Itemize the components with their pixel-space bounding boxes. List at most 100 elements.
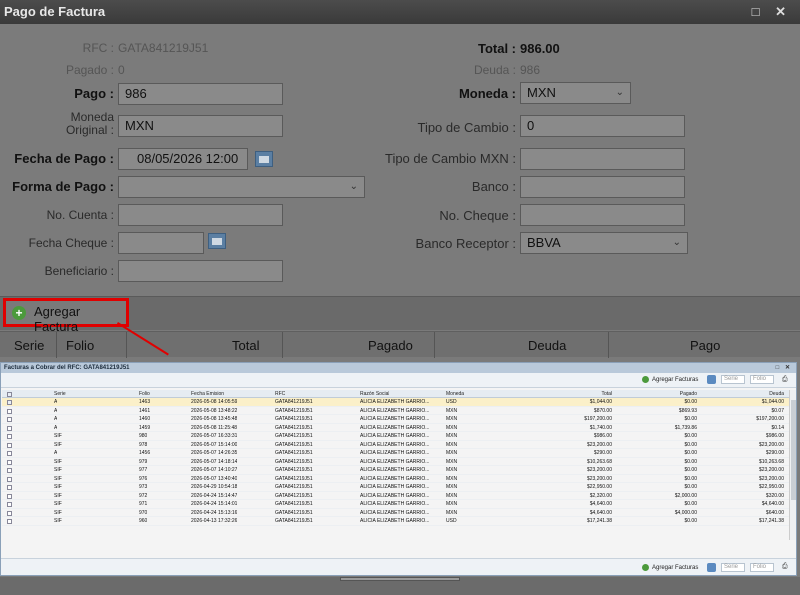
col-pagado[interactable]: Pagado [667,391,697,397]
moneda-value: MXN [527,85,556,100]
beneficiario-input[interactable] [118,260,283,282]
col-folio[interactable]: Folio [139,391,150,397]
cell-fecha: 2026-05-07 13:40:40 [191,475,238,482]
col-folio[interactable]: Folio [66,338,94,353]
col-divider [434,332,435,358]
cell-razon: ALICIA ELIZABETH GARRIO... [360,450,430,456]
cell-moneda: MXN [446,467,458,473]
agregar-facturas-button[interactable]: Agregar Facturas [652,565,698,571]
refresh-icon[interactable] [707,375,716,384]
cell-serie: SIF [54,475,62,482]
row-checkbox[interactable] [7,434,12,439]
cell-razon: ALICIA ELIZABETH GARRIO... [360,441,430,448]
col-pago[interactable]: Pago [690,338,720,353]
print-icon[interactable]: ⎙ [782,376,788,384]
folio-filter-input[interactable]: Folio [750,563,774,572]
table-row[interactable]: A 1456 2026-05-07 14:26:35 GATA841219J51 ALI… [2,449,789,458]
cell-deuda: $10,263.68 [758,458,784,465]
table-row[interactable]: SIF 977 2026-05-07 14:10:27 GATA841219J51 AL… [2,466,789,475]
cell-total: $23,200.00 [586,467,612,473]
pago-input[interactable]: 986 [118,83,283,105]
forma-pago-label: Forma de Pago : [12,179,114,194]
row-checkbox[interactable] [7,476,12,482]
table-row[interactable]: SIF 960 2026-04-13 17:32:26 GATA841219J51 AL… [2,517,789,526]
table-row[interactable]: A 1459 2026-05-08 11:25:48 GATA841219J51 ALI… [2,424,789,432]
row-checkbox[interactable] [7,519,12,524]
cell-pagado: $1,739.86 [674,424,697,431]
cell-serie: SIF [54,467,62,473]
col-total[interactable]: Total [587,391,612,397]
cell-rfc: GATA841219J51 [275,458,313,465]
table-row[interactable]: A 1463 2026-05-08 14:05:59 GATA841219J51 ALI… [2,398,789,407]
calendar-icon[interactable] [255,151,273,167]
calendar-icon[interactable] [208,233,226,249]
col-deuda[interactable]: Deuda [754,391,784,397]
pago-factura-window: Pago de Factura □ ✕ RFC : GATA841219J51 … [0,0,800,595]
row-checkbox[interactable] [7,459,12,465]
table-row[interactable]: A 1460 2026-05-08 13:45:48 GATA841219J51 ALI… [2,415,789,424]
window-controls[interactable]: □ ✕ [752,0,792,24]
row-checkbox[interactable] [7,502,12,507]
fecha-pago-input[interactable]: 08/05/2026 12:00 [118,148,248,170]
tipo-cambio-mxn-input[interactable] [520,148,685,170]
dialog-controls[interactable]: □ ✕ [776,363,792,373]
row-checkbox[interactable] [7,442,12,448]
agregar-facturas-button[interactable]: Agregar Facturas [652,377,698,383]
serie-filter-input[interactable]: Serie [721,375,745,384]
col-serie[interactable]: Serie [14,338,44,353]
row-checkbox[interactable] [7,417,12,422]
scrollbar-thumb[interactable] [791,400,796,500]
cell-fecha: 2026-04-13 17:32:26 [191,518,238,524]
select-all-checkbox[interactable] [7,392,12,397]
row-checkbox[interactable] [7,400,12,405]
print-icon[interactable]: ⎙ [782,563,788,571]
tipo-cambio-input[interactable]: 0 [520,115,685,137]
row-checkbox[interactable] [7,485,12,490]
dialog-titlebar: Facturas a Cobrar del RFC: GATA841219J51… [1,363,796,373]
row-checkbox[interactable] [7,493,12,499]
col-pagado[interactable]: Pagado [368,338,413,353]
cell-fecha: 2026-05-08 14:05:59 [191,399,238,405]
table-row[interactable]: A 1461 2026-05-08 13:48:22 GATA841219J51 ALI… [2,407,789,415]
table-row[interactable]: SIF 979 2026-05-07 14:18:14 GATA841219J51 AL… [2,458,789,466]
row-checkbox[interactable] [7,510,12,516]
col-rfc[interactable]: RFC [275,391,285,397]
no-cuenta-input[interactable] [118,204,283,226]
deuda-value: 986 [520,63,541,77]
col-moneda[interactable]: Moneda [446,391,464,397]
col-razon-social[interactable]: Razón Social [360,391,389,397]
row-checkbox[interactable] [7,425,12,431]
folio-filter-input[interactable]: Folio [750,375,774,384]
cell-moneda: USD [446,518,457,524]
col-fecha-emision[interactable]: Fecha Emision [191,391,224,397]
row-checkbox[interactable] [7,451,12,456]
col-total[interactable]: Total [232,338,259,353]
agregar-factura-button[interactable]: + Agregar Factura [3,298,129,334]
fecha-cheque-input[interactable] [118,232,204,254]
table-row[interactable]: SIF 976 2026-05-07 13:40:40 GATA841219J51 AL… [2,475,789,483]
table-row[interactable]: SIF 973 2026-04-29 10:54:18 GATA841219J51 AL… [2,483,789,492]
col-serie[interactable]: Serie [54,391,66,397]
table-scrollbar[interactable] [789,390,796,540]
add-icon [642,564,649,571]
forma-pago-select[interactable]: ⌄ [118,176,365,198]
table-row[interactable]: SIF 978 2026-05-07 15:14:00 GATA841219J51 AL… [2,441,789,449]
facturas-table-body: A 1463 2026-05-08 14:05:59 GATA841219J51 ALI… [2,398,789,526]
cell-serie: A [54,407,58,414]
row-checkbox[interactable] [7,468,12,473]
table-row[interactable]: SIF 970 2026-04-24 15:13:16 GATA841219J51 AL… [2,509,789,517]
moneda-original-input[interactable]: MXN [118,115,283,137]
table-row[interactable]: SIF 971 2026-04-24 15:14:01 GATA841219J51 AL… [2,500,789,509]
table-row[interactable]: SIF 972 2026-04-24 15:14:47 GATA841219J51 AL… [2,492,789,500]
serie-filter-input[interactable]: Serie [721,563,745,572]
col-deuda[interactable]: Deuda [528,338,566,353]
refresh-icon[interactable] [707,563,716,572]
row-checkbox[interactable] [7,408,12,414]
cell-pagado: $0.00 [684,518,697,524]
bottom-button[interactable] [340,577,460,581]
no-cheque-input[interactable] [520,204,685,226]
moneda-select[interactable]: MXN ⌄ [520,82,631,104]
banco-receptor-select[interactable]: BBVA ⌄ [520,232,688,254]
table-row[interactable]: SIF 980 2026-05-07 16:33:31 GATA841219J51 AL… [2,432,789,441]
banco-input[interactable] [520,176,685,198]
